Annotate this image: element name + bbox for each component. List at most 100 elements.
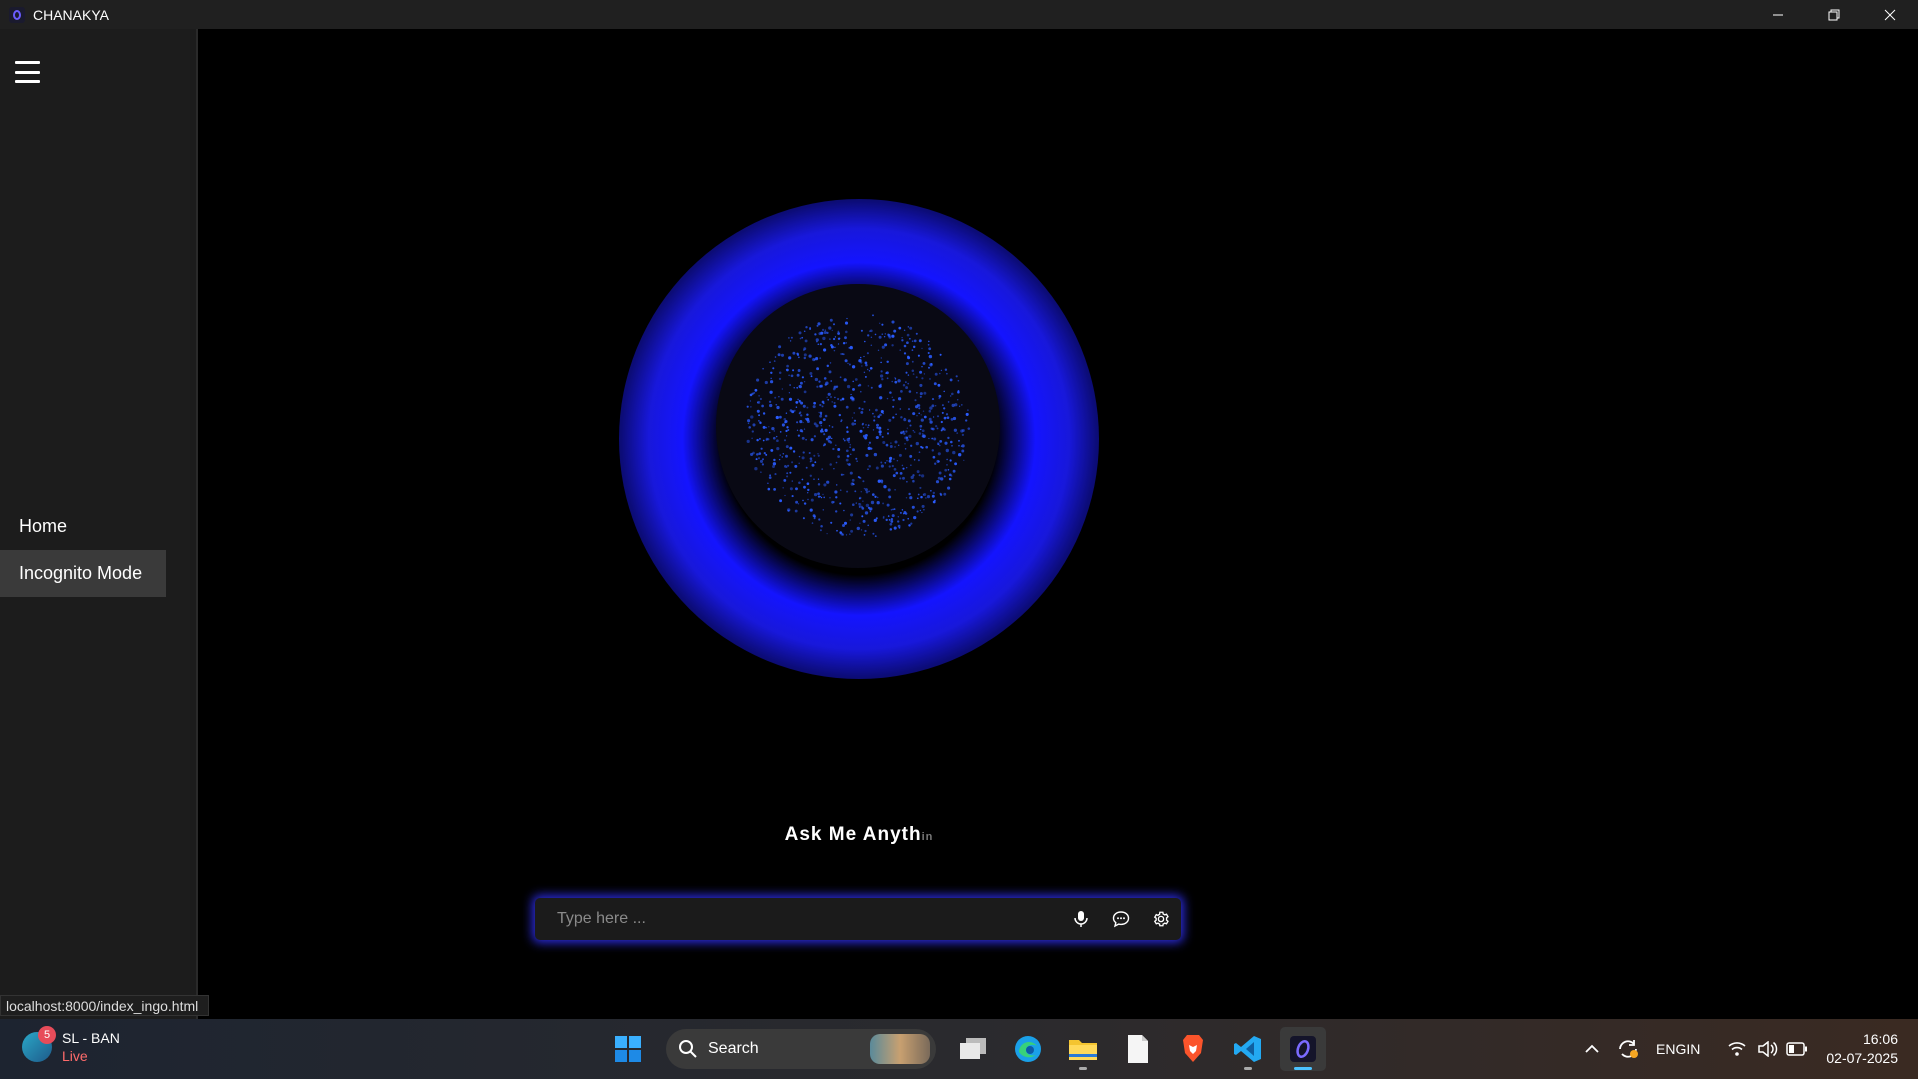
particle-dot — [781, 423, 785, 427]
particle-dot — [819, 420, 823, 425]
particle-dot — [819, 403, 822, 407]
particle-dot — [860, 529, 863, 531]
particle-dot — [775, 403, 778, 406]
particle-dot — [823, 433, 826, 436]
particle-dot — [779, 499, 783, 503]
battery-button[interactable] — [1786, 1042, 1808, 1056]
clock[interactable]: 16:06 02-07-2025 — [1826, 1030, 1898, 1068]
task-view-button[interactable] — [950, 1027, 996, 1071]
particle-dot — [907, 419, 911, 423]
particle-dot — [835, 496, 838, 499]
particle-dot — [961, 429, 965, 432]
particle-dot — [830, 437, 833, 440]
particle-dot — [866, 368, 869, 371]
notepad-button[interactable] — [1115, 1027, 1161, 1071]
particle-dot — [770, 377, 772, 380]
edge-button[interactable] — [1005, 1027, 1051, 1071]
particle-dot — [869, 510, 872, 513]
chat-input[interactable] — [535, 898, 1061, 940]
start-button[interactable] — [605, 1027, 651, 1071]
particle-dot — [898, 453, 902, 457]
particle-dot — [863, 371, 866, 374]
news-widget[interactable]: 5 SL - BAN Live — [22, 1026, 120, 1065]
close-button[interactable] — [1862, 0, 1918, 29]
particle-dot — [943, 416, 947, 420]
particle-dot — [879, 433, 882, 436]
vscode-button[interactable] — [1225, 1027, 1271, 1071]
particle-dot — [932, 416, 935, 418]
particle-dot — [881, 377, 884, 381]
particle-dot — [786, 472, 789, 475]
particle-dot — [903, 432, 906, 435]
particle-dot — [813, 517, 816, 520]
particle-dot — [900, 431, 903, 435]
particle-dot — [850, 453, 852, 455]
particle-dot — [958, 444, 960, 447]
particle-dot — [920, 414, 922, 416]
particle-dot — [832, 337, 836, 341]
particle-dot — [829, 318, 833, 322]
chanakya-app-button[interactable] — [1280, 1027, 1326, 1071]
show-hidden-icons-button[interactable] — [1584, 1044, 1600, 1054]
network-button[interactable] — [1728, 1041, 1746, 1057]
particle-dot — [897, 520, 900, 523]
particle-dot — [849, 533, 851, 535]
volume-button[interactable] — [1758, 1041, 1778, 1057]
particle-dot — [822, 402, 825, 405]
particle-dot — [851, 482, 854, 485]
particle-dot — [887, 333, 891, 337]
particle-dot — [918, 407, 921, 410]
sidebar-item-home[interactable]: Home — [0, 503, 166, 550]
particle-dot — [846, 426, 849, 429]
brave-button[interactable] — [1170, 1027, 1216, 1071]
particle-dot — [895, 471, 899, 475]
particle-dot — [884, 343, 888, 347]
particle-dot — [781, 388, 783, 390]
particle-dot — [843, 439, 846, 442]
particle-dot — [826, 364, 830, 368]
particle-dot — [828, 424, 831, 427]
particle-dot — [862, 434, 866, 438]
file-explorer-button[interactable] — [1060, 1027, 1106, 1071]
particle-dot — [943, 428, 946, 432]
particle-dot — [806, 419, 810, 424]
particle-dot — [893, 508, 896, 510]
particle-dot — [829, 496, 831, 499]
particle-dot — [888, 495, 892, 499]
particle-dot — [773, 458, 776, 462]
particle-dot — [891, 334, 895, 338]
particle-dot — [803, 485, 806, 489]
particle-dot — [811, 522, 814, 524]
sidebar-item-incognito-mode[interactable]: Incognito Mode — [0, 550, 166, 597]
particle-dot — [894, 377, 896, 379]
particle-dot — [938, 471, 942, 475]
minimize-button[interactable] — [1750, 0, 1806, 29]
particle-dot — [756, 401, 759, 404]
particle-dot — [844, 321, 849, 325]
particle-dot — [817, 483, 821, 486]
restore-button[interactable] — [1806, 0, 1862, 29]
particle-dot — [849, 471, 853, 475]
particle-dot — [911, 340, 914, 342]
sync-status-button[interactable] — [1616, 1037, 1640, 1061]
particle-dot — [768, 426, 770, 428]
particle-dot — [931, 437, 934, 440]
particle-dot — [875, 408, 878, 412]
particle-dot — [862, 480, 865, 483]
edge-icon — [1015, 1036, 1041, 1062]
taskbar-search[interactable]: Search — [666, 1029, 936, 1069]
particle-dot — [965, 419, 968, 422]
hamburger-icon[interactable] — [15, 61, 40, 83]
particle-dot — [789, 340, 792, 342]
particle-dot — [864, 401, 866, 403]
particle-dot — [958, 453, 962, 457]
particle-dot — [801, 436, 805, 440]
microphone-button[interactable] — [1061, 898, 1101, 940]
language-indicator[interactable]: ENG IN — [1656, 1040, 1700, 1058]
chat-mode-button[interactable] — [1101, 898, 1141, 940]
settings-button[interactable] — [1141, 898, 1181, 940]
particle-dot — [858, 503, 862, 506]
particle-dot — [767, 482, 769, 484]
particle-dot — [944, 468, 948, 472]
particle-dot — [762, 425, 766, 429]
